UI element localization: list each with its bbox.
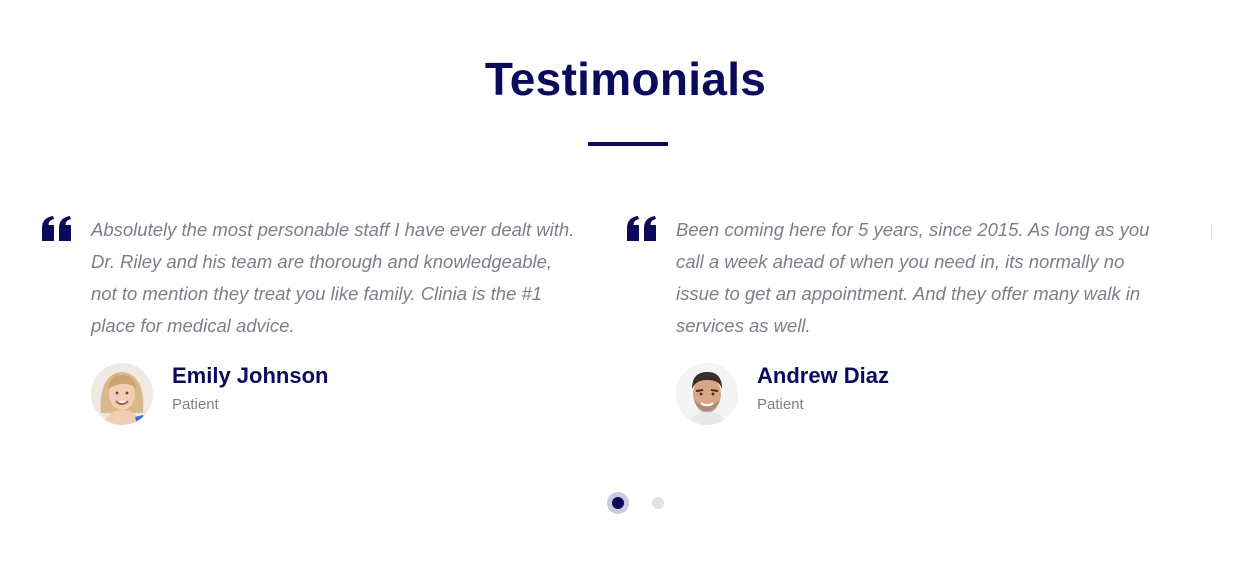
author-name: Andrew Diaz: [757, 363, 890, 388]
pagination-dot-1[interactable]: [607, 492, 629, 514]
testimonial-author: Emily Johnson Patient: [91, 363, 511, 425]
quote-icon: [627, 216, 657, 242]
author-name: Emily Johnson: [172, 363, 329, 388]
testimonial-quote: Absolutely the most personable staff I h…: [91, 219, 575, 336]
section-title: Testimonials: [484, 53, 767, 105]
next-card-edge: [1211, 224, 1212, 240]
author-role: Patient: [757, 396, 804, 413]
testimonial-author: Andrew Diaz Patient: [676, 363, 1096, 425]
quote-icon: [42, 216, 72, 242]
testimonials-section: Testimonials Absolutely the most persona…: [0, 0, 1251, 572]
testimonial-quote: Been coming here for 5 years, since 2015…: [676, 219, 1150, 336]
author-role: Patient: [172, 396, 219, 413]
pagination-dot-2[interactable]: [652, 497, 664, 509]
avatar: [676, 363, 738, 425]
title-divider: [588, 142, 668, 146]
avatar: [91, 363, 153, 425]
